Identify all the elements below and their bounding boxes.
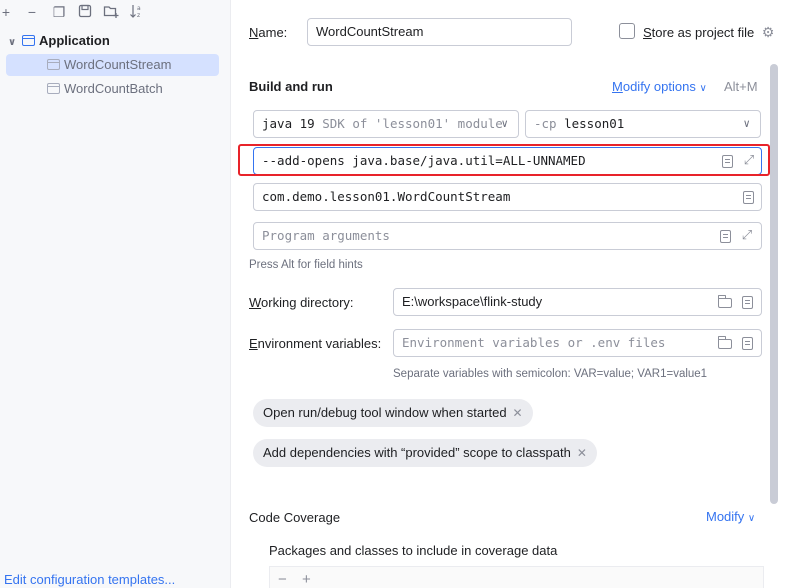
minus-icon[interactable]: − <box>24 4 40 20</box>
application-icon <box>22 35 35 46</box>
configurations-panel: + − ❐ az ∨ Application WordCountStream Wo… <box>0 0 231 588</box>
chip-label: Add dependencies with “provided” scope t… <box>263 445 571 460</box>
coverage-modify-link[interactable]: Modify ∨ <box>706 508 755 528</box>
environment-variables-placeholder: Environment variables or .env files <box>402 335 666 350</box>
chip-add-provided-dependencies[interactable]: Add dependencies with “provided” scope t… <box>253 439 597 467</box>
configurations-toolbar: + − ❐ az <box>0 0 231 24</box>
chip-open-run-debug-window[interactable]: Open run/debug tool window when started ✕ <box>253 399 533 427</box>
environment-variables-hint: Separate variables with semicolon: VAR=v… <box>393 368 708 380</box>
environment-variables-label: Environment variables: <box>249 336 382 351</box>
field-hints-text: Press Alt for field hints <box>249 259 363 271</box>
configuration-editor: Name: WordCountStream Store as project f… <box>232 0 794 588</box>
modify-options-shortcut: Alt+M <box>724 79 758 94</box>
main-class-input[interactable]: com.demo.lesson01.WordCountStream <box>253 183 762 211</box>
chip-label: Open run/debug tool window when started <box>263 405 507 420</box>
close-icon[interactable]: ✕ <box>577 446 587 460</box>
plus-icon[interactable]: + <box>0 4 14 20</box>
chevron-down-icon: ∨ <box>501 117 508 130</box>
document-icon[interactable] <box>722 155 733 168</box>
expand-icon[interactable]: ⤢ <box>742 154 756 168</box>
jre-version: java 19 <box>262 116 315 131</box>
gear-icon[interactable]: ⚙ <box>761 25 775 39</box>
code-coverage-title: Code Coverage <box>249 510 341 525</box>
name-value: WordCountStream <box>316 24 424 39</box>
tree-item-wordcountstream[interactable]: WordCountStream <box>6 54 219 76</box>
program-arguments-input[interactable]: Program arguments ⤢ <box>253 222 762 250</box>
svg-text:z: z <box>137 12 140 18</box>
tree-item-label: WordCountStream <box>64 57 172 72</box>
coverage-packages-label: Packages and classes to include in cover… <box>269 543 558 558</box>
document-icon[interactable] <box>743 191 754 204</box>
sort-icon[interactable]: az <box>129 4 145 20</box>
document-icon[interactable] <box>742 337 753 350</box>
document-icon[interactable] <box>742 296 753 309</box>
store-as-project-file-label[interactable]: Store as project file <box>643 24 754 42</box>
classpath-module-select[interactable]: -cp lesson01 ∨ <box>525 110 761 138</box>
chevron-down-icon: ∨ <box>699 83 707 94</box>
store-as-project-file-checkbox[interactable] <box>619 23 635 39</box>
jre-detail: SDK of 'lesson01' module <box>322 116 503 131</box>
tree-group-application[interactable]: ∨ Application <box>8 30 110 52</box>
name-input[interactable]: WordCountStream <box>307 18 572 46</box>
working-directory-label: Working directory: <box>249 295 354 310</box>
name-label: Name: <box>249 25 288 40</box>
copy-icon[interactable]: ❐ <box>51 4 67 20</box>
vm-options-value: --add-opens java.base/java.util=ALL-UNNA… <box>262 153 586 168</box>
application-config-icon <box>47 83 60 94</box>
tree-item-wordcountbatch[interactable]: WordCountBatch <box>47 78 163 100</box>
jre-select[interactable]: java 19 SDK of 'lesson01' module ∨ <box>253 110 519 138</box>
working-directory-input[interactable]: E:\workspace\flink-study <box>393 288 762 316</box>
chevron-down-icon: ∨ <box>743 117 750 130</box>
chevron-down-icon[interactable]: ∨ <box>8 32 22 54</box>
expand-icon[interactable]: ⤢ <box>740 229 754 243</box>
plus-icon[interactable]: + <box>302 571 311 588</box>
working-directory-value: E:\workspace\flink-study <box>402 294 543 309</box>
modify-options-link[interactable]: Modify options ∨ <box>612 78 707 98</box>
tree-group-label: Application <box>39 33 110 48</box>
program-arguments-placeholder: Program arguments <box>262 228 390 243</box>
application-config-icon <box>47 59 60 70</box>
new-folder-icon[interactable] <box>103 4 119 20</box>
close-icon[interactable]: ✕ <box>513 406 523 420</box>
edit-templates-link[interactable]: Edit configuration templates... <box>4 572 175 587</box>
classpath-module: lesson01 <box>564 116 625 131</box>
document-icon[interactable] <box>720 230 731 243</box>
svg-text:a: a <box>137 5 141 12</box>
save-icon[interactable] <box>77 4 93 20</box>
build-and-run-title: Build and run <box>249 79 333 94</box>
vertical-scrollbar[interactable] <box>770 64 778 504</box>
classpath-flag: -cp <box>534 116 557 131</box>
environment-variables-input[interactable]: Environment variables or .env files <box>393 329 762 357</box>
chevron-down-icon: ∨ <box>747 513 756 524</box>
coverage-packages-list[interactable]: − + <box>269 566 764 588</box>
folder-icon[interactable] <box>718 336 732 349</box>
tree-item-label: WordCountBatch <box>64 81 163 96</box>
minus-icon[interactable]: − <box>278 571 287 588</box>
folder-icon[interactable] <box>718 295 732 308</box>
vm-options-input[interactable]: --add-opens java.base/java.util=ALL-UNNA… <box>253 147 762 175</box>
main-class-value: com.demo.lesson01.WordCountStream <box>262 189 511 204</box>
